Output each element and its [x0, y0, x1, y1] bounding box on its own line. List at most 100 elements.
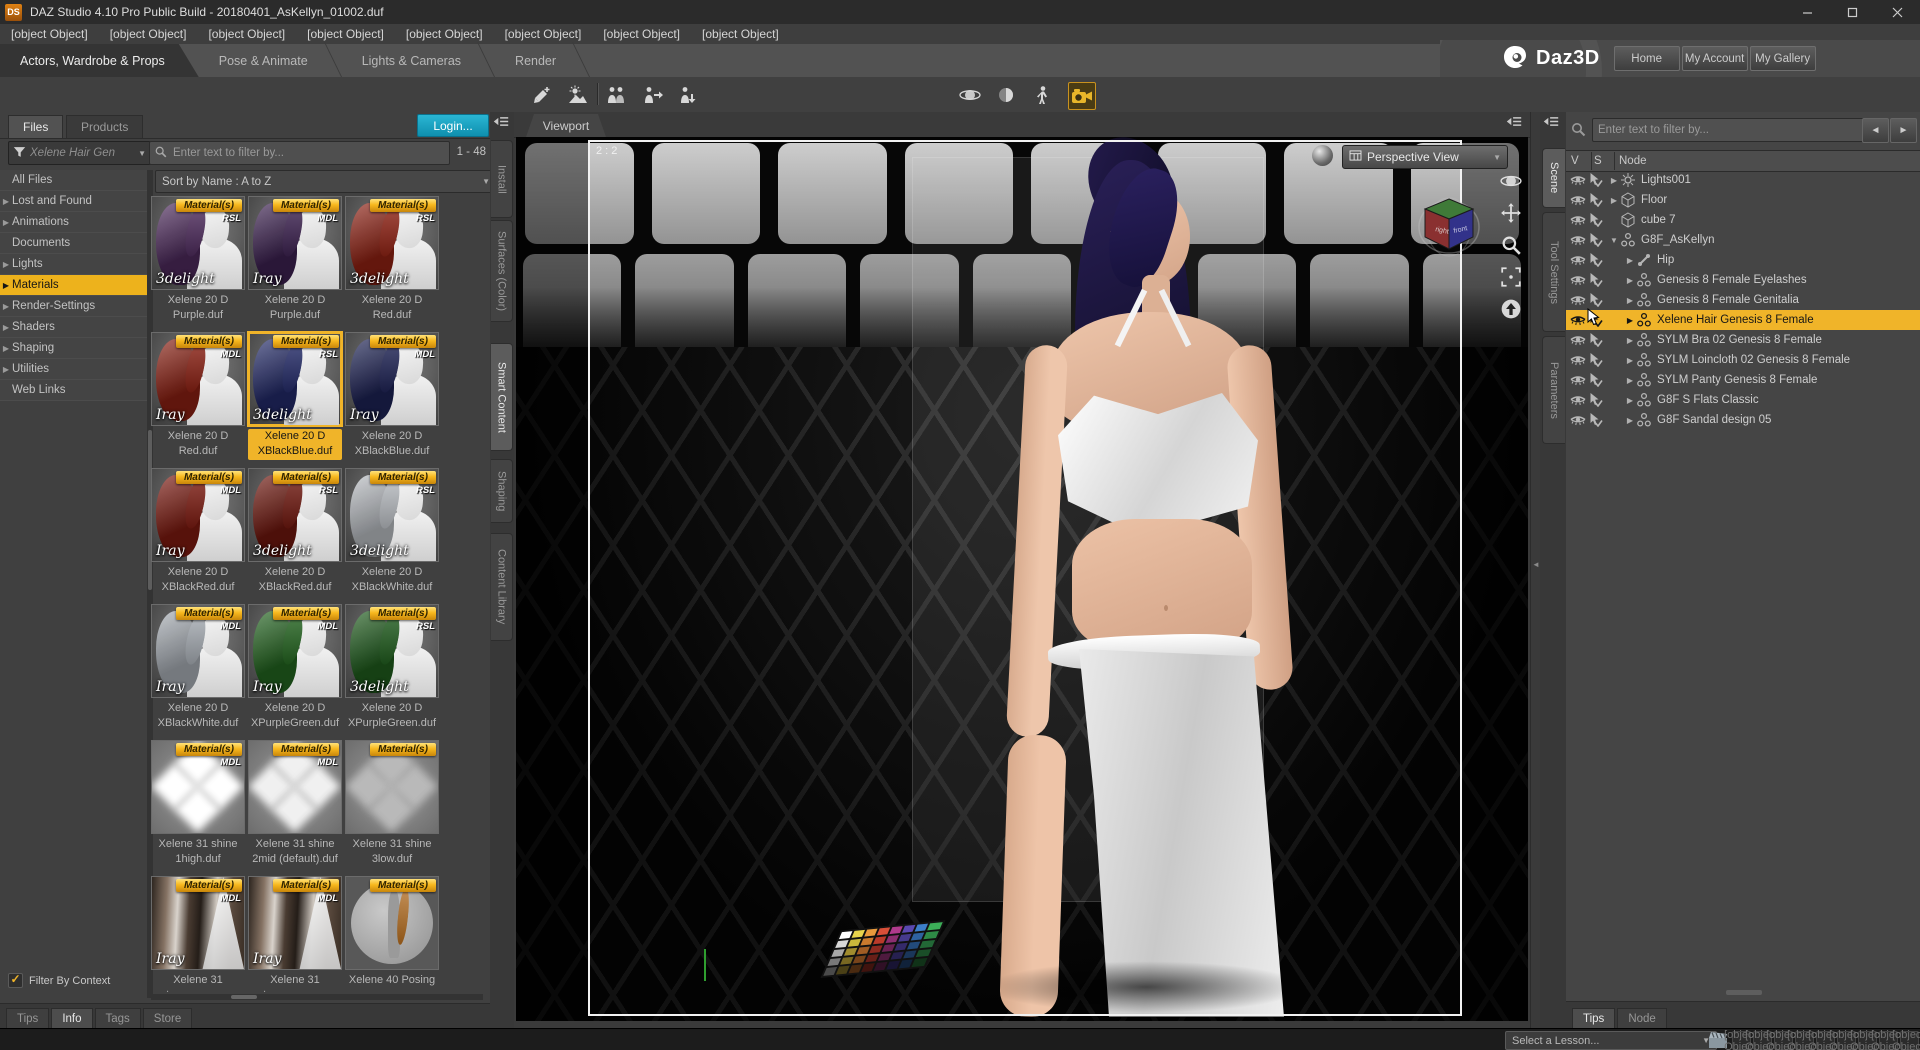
material-thumbnail[interactable]: Material(s) RSL 3delight Xelene 20 D Red…	[345, 196, 439, 332]
material-thumbnail[interactable]: Material(s) RSL 3delight Xelene 20 D XBl…	[248, 468, 342, 604]
scene-node-row[interactable]: ▶ G8F Sandal design 05	[1566, 410, 1920, 430]
selectable-cursor-icon[interactable]	[1588, 213, 1603, 228]
shaded-sphere-icon[interactable]	[994, 83, 1018, 107]
expand-arrow-icon[interactable]: ▶	[0, 197, 12, 206]
content-search-input[interactable]	[171, 146, 445, 160]
material-thumbnail[interactable]: Material(s) MDL Iray Xelene 20 D XBlackR…	[151, 468, 245, 604]
info-tab[interactable]: Store	[142, 1008, 193, 1028]
minimize-icon[interactable]	[1785, 0, 1830, 24]
active-camera-icon[interactable]	[1068, 82, 1096, 110]
visibility-eye-icon[interactable]	[1570, 214, 1586, 226]
pane-splitter-handle[interactable]	[1726, 990, 1762, 995]
selectable-cursor-icon[interactable]	[1588, 273, 1603, 288]
reset-view-icon[interactable]	[1500, 298, 1522, 323]
category-item[interactable]: ▶ Lights	[0, 254, 147, 275]
material-thumbnail[interactable]: Material(s) MDL Xelene 31 shine 1high.du…	[151, 740, 245, 876]
material-thumbnail[interactable]: Material(s) RSL 3delight Xelene 20 D XBl…	[247, 331, 343, 468]
visibility-eye-icon[interactable]	[1570, 254, 1586, 266]
expand-arrow-icon[interactable]: ▶	[1624, 376, 1636, 385]
expand-arrow-icon[interactable]: ▶	[1608, 176, 1620, 185]
viewport-tab[interactable]: Viewport	[526, 114, 606, 137]
info-tab[interactable]: Tips	[6, 1008, 50, 1028]
pane-menu-icon[interactable]	[1542, 115, 1562, 131]
brand-button[interactable]: My Gallery	[1749, 46, 1816, 71]
expand-arrow-icon[interactable]: ▶	[0, 218, 12, 227]
info-tab[interactable]: Info	[51, 1008, 93, 1028]
expand-arrow-icon[interactable]: ▶	[1624, 276, 1636, 285]
selectable-cursor-icon[interactable]	[1588, 413, 1603, 428]
selectable-cursor-icon[interactable]	[1588, 353, 1603, 368]
filter-by-context-checkbox[interactable]: ✓	[8, 973, 23, 988]
selectable-cursor-icon[interactable]	[1588, 373, 1603, 388]
scene-node-row[interactable]: cube 7	[1566, 210, 1920, 230]
category-item[interactable]: Documents	[0, 233, 147, 254]
material-thumbnail[interactable]: Material(s) MDL Xelene 31 shine 2mid (de…	[248, 740, 342, 876]
visibility-eye-icon[interactable]	[1570, 174, 1586, 186]
sort-dropdown[interactable]: Sort by Name : A to Z ▼	[155, 170, 490, 193]
selectable-cursor-icon[interactable]	[1588, 333, 1603, 348]
expand-arrow-icon[interactable]: ▶	[1624, 296, 1636, 305]
category-item[interactable]: ▶ Lost and Found	[0, 191, 147, 212]
material-thumbnail[interactable]: Material(s) MDL Iray Xelene 31 transpare…	[151, 876, 245, 992]
dock-tab[interactable]: Content Library	[491, 533, 513, 641]
material-thumbnail[interactable]: Material(s) MDL Iray Xelene 20 D XBlackW…	[151, 604, 245, 740]
expand-arrow-icon[interactable]: ▶	[0, 302, 12, 311]
pose-figure-icon[interactable]	[1031, 83, 1055, 107]
scene-node-row[interactable]: ▶ SYLM Bra 02 Genesis 8 Female	[1566, 330, 1920, 350]
category-item[interactable]: ▶ Shaders	[0, 317, 147, 338]
material-thumbnail[interactable]: Material(s) MDL Iray Xelene 20 D XPurple…	[248, 604, 342, 740]
people-pair-icon[interactable]	[604, 83, 628, 107]
info-tab[interactable]: Node	[1617, 1008, 1667, 1028]
brand-button[interactable]: Home	[1613, 46, 1680, 71]
close-icon[interactable]	[1875, 0, 1920, 24]
maximize-icon[interactable]	[1830, 0, 1875, 24]
grid-h-scrollbar[interactable]	[151, 994, 483, 1000]
expand-arrow-icon[interactable]: ▶	[1624, 356, 1636, 365]
activity-tab[interactable]: Pose & Animate	[199, 44, 342, 77]
visibility-eye-icon[interactable]	[1570, 334, 1586, 346]
pane-menu-icon[interactable]	[492, 115, 512, 131]
expand-arrow-icon[interactable]: ▶	[1624, 416, 1636, 425]
material-thumbnail[interactable]: Material(s) MDL Iray Xelene 20 D Purple.…	[248, 196, 342, 332]
visibility-eye-icon[interactable]	[1570, 194, 1586, 206]
context-filter-dropdown[interactable]: Xelene Hair Gen ▼	[8, 141, 151, 165]
scene-node-row[interactable]: ▶ G8F S Flats Classic	[1566, 390, 1920, 410]
scene-search-input[interactable]	[1592, 118, 1866, 142]
material-thumbnail[interactable]: Material(s) MDL Iray Xelene 20 D XBlackB…	[345, 332, 439, 468]
menu-item[interactable]: [object Object]	[197, 27, 296, 41]
dock-tab[interactable]: Install	[491, 140, 513, 218]
view-cube-gizmo[interactable]: right front	[1415, 191, 1483, 262]
material-thumbnail[interactable]: Material(s) Xelene 31 shine 3low.duf	[345, 740, 439, 876]
scene-node-row[interactable]: ▶ Hip	[1566, 250, 1920, 270]
new-spotlight-icon[interactable]	[530, 83, 554, 107]
expand-arrow-icon[interactable]: ▶	[0, 281, 12, 290]
pane-menu-icon[interactable]	[1505, 115, 1525, 131]
selectable-cursor-icon[interactable]	[1588, 233, 1603, 248]
category-item[interactable]: All Files	[0, 170, 147, 191]
dock-tab[interactable]: Shaping	[491, 459, 513, 523]
scene-node-row[interactable]: ▼ G8F_AsKellyn	[1566, 230, 1920, 250]
material-thumbnail[interactable]: Material(s) RSL 3delight Xelene 20 D XBl…	[345, 468, 439, 604]
expand-arrow-icon[interactable]: ▶	[1608, 196, 1620, 205]
selectable-cursor-icon[interactable]	[1588, 253, 1603, 268]
orbit-camera-icon[interactable]	[1500, 170, 1522, 195]
new-environment-icon[interactable]	[566, 83, 590, 107]
selectable-cursor-icon[interactable]	[1588, 293, 1603, 308]
camera-ball-gizmo[interactable]	[1312, 145, 1333, 166]
next-arrow-button[interactable]: ►	[1890, 118, 1917, 143]
camera-view-selector[interactable]: Perspective View ▼	[1342, 145, 1508, 169]
viewport-canvas[interactable]: 2 : 2 Perspective View ▼ right front	[516, 137, 1528, 1021]
visibility-eye-icon[interactable]	[1570, 394, 1586, 406]
selectable-cursor-icon[interactable]	[1588, 193, 1603, 208]
selectable-cursor-icon[interactable]	[1588, 393, 1603, 408]
activity-tab[interactable]: Lights & Cameras	[342, 44, 495, 77]
activity-tab[interactable]: Render	[495, 44, 590, 77]
content-source-tab[interactable]: Products	[66, 115, 144, 138]
scene-node-row[interactable]: ▶ Genesis 8 Female Genitalia	[1566, 290, 1920, 310]
scrollbar-handle[interactable]	[231, 995, 257, 999]
category-item[interactable]: ▶ Render-Settings	[0, 296, 147, 317]
expand-arrow-icon[interactable]: ▼	[1608, 236, 1620, 245]
category-item[interactable]: ▶ Utilities	[0, 359, 147, 380]
expand-arrow-icon[interactable]: ▶	[0, 260, 12, 269]
dock-tab[interactable]: Parameters	[1542, 336, 1565, 444]
